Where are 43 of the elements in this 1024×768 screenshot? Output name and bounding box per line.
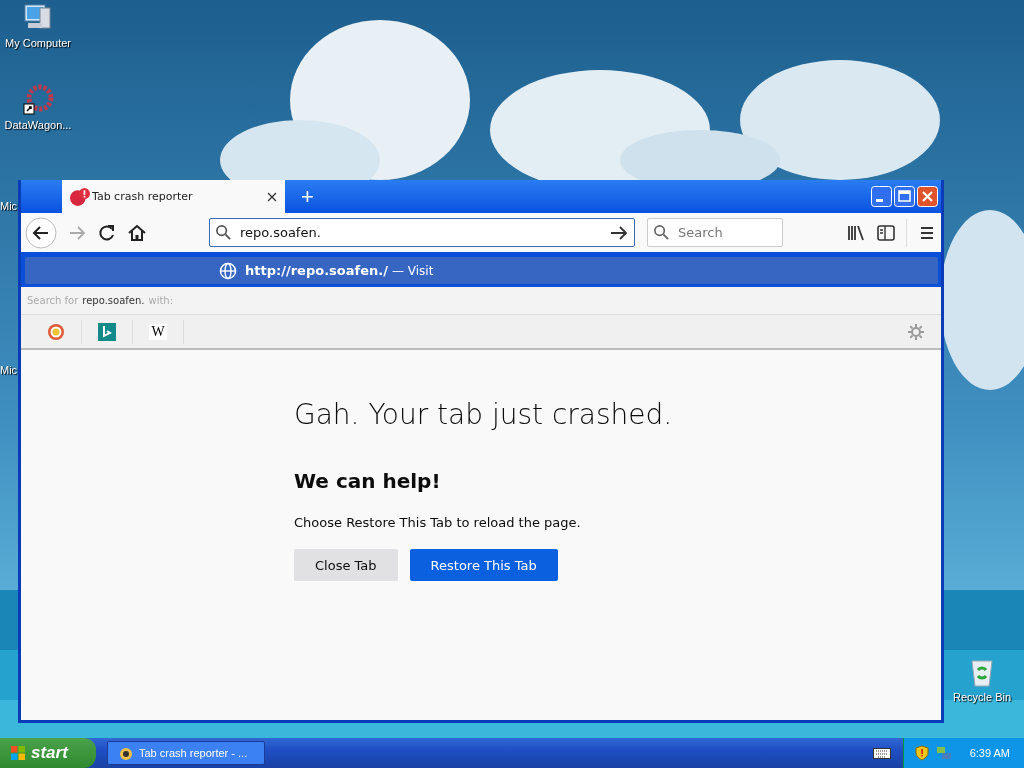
sidebar-icon[interactable] — [876, 222, 896, 243]
suggested-url: http://repo.soafen./ — [245, 263, 388, 278]
help-heading: We can help! — [294, 469, 442, 493]
crash-icon — [70, 187, 90, 206]
wikipedia-button[interactable]: W — [149, 323, 167, 340]
close-tab-button[interactable]: Close Tab — [294, 549, 398, 581]
search-icon — [653, 224, 670, 241]
new-tab-button[interactable]: + — [291, 186, 324, 208]
desktop-icon-label[interactable]: DataWagon... — [4, 119, 72, 131]
app-icon — [118, 745, 134, 761]
crash-heading: Gah. Your tab just crashed. — [294, 398, 673, 431]
search-for-label: Search for — [27, 295, 79, 306]
visit-label: — Visit — [391, 263, 434, 278]
bing-logo-icon[interactable] — [98, 322, 116, 341]
restore-tab-button[interactable]: Restore This Tab — [409, 549, 558, 581]
back-button[interactable] — [25, 216, 57, 249]
search-field[interactable]: Search — [647, 218, 783, 247]
desktop-icon-label[interactable]: My Computer — [5, 37, 71, 49]
url-suggestion[interactable]: http://repo.soafen./ — Visit — [25, 257, 938, 284]
keyboard-icon[interactable] — [872, 746, 891, 760]
desktop-icon-label[interactable]: Mic — [0, 332, 18, 376]
close-icon[interactable] — [267, 191, 277, 202]
close-button[interactable] — [917, 186, 938, 207]
taskbar-button[interactable]: Tab crash reporter - ... — [107, 741, 265, 765]
with-label: with: — [148, 295, 174, 306]
maximize-button[interactable] — [894, 186, 915, 207]
globe-icon — [219, 261, 237, 280]
clock: 6:39 AM — [969, 747, 1010, 759]
crash-message: Choose Restore This Tab to reload the page. — [294, 515, 582, 530]
windows-flag-icon — [10, 745, 26, 761]
duck-logo-icon[interactable] — [47, 322, 65, 341]
minimize-button[interactable] — [871, 186, 892, 207]
desktop-icon-label[interactable]: Recycle Bin — [952, 691, 1012, 703]
gear-wheel-icon[interactable] — [22, 84, 54, 116]
desktop-icon-label[interactable]: Mic — [0, 168, 18, 212]
start-button[interactable]: start — [0, 738, 96, 768]
search-icon — [215, 224, 232, 241]
url-field[interactable]: repo.soafen. — [209, 218, 635, 247]
search-term: repo.soafen. — [82, 295, 145, 306]
shield-icon[interactable] — [913, 745, 930, 761]
reload-icon[interactable] — [97, 222, 117, 243]
browser-tab[interactable]: Tab crash reporter — [62, 180, 285, 213]
home-icon[interactable] — [127, 222, 147, 243]
